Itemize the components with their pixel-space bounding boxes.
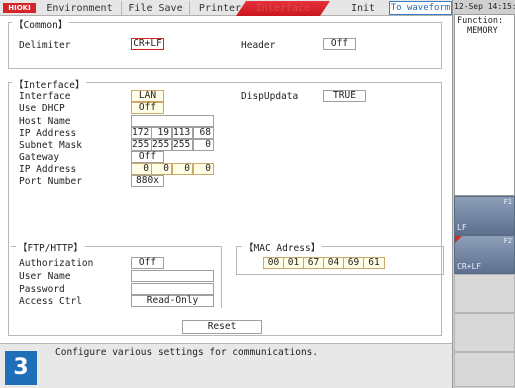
subnet-octet-3[interactable]: 255: [172, 139, 193, 151]
password-field[interactable]: [131, 283, 214, 295]
password-label: Password: [19, 284, 65, 295]
interface-settings-panel: 【Common】 Delimiter CR+LF Header Off 【Int…: [0, 16, 452, 343]
to-waveform-button[interactable]: To waveform: [389, 1, 452, 15]
dhcp-field[interactable]: Off: [131, 102, 164, 114]
f1-number: F1: [503, 198, 512, 206]
mac-address-field: 00 01 67 04 69 61: [263, 257, 385, 269]
f5-key[interactable]: [454, 352, 515, 387]
ip-address-label: IP Address: [19, 128, 77, 139]
mac-octet-2: 01: [283, 257, 304, 269]
step-badge: 3: [5, 351, 37, 385]
port-number-field[interactable]: 880x: [131, 175, 164, 187]
gateway-label: Gateway: [19, 152, 60, 163]
common-title: 【Common】: [12, 17, 70, 31]
f1-key-lf[interactable]: F1 LF: [454, 196, 515, 235]
access-ctrl-field[interactable]: Read-Only: [131, 295, 214, 307]
selected-marker-icon: [455, 236, 462, 243]
gateway-octet-3[interactable]: 0: [172, 163, 193, 175]
port-number-label: Port Number: [19, 176, 82, 187]
subnet-mask-label: Subnet Mask: [19, 140, 82, 151]
f3-key[interactable]: [454, 274, 515, 313]
tab-environment[interactable]: Environment: [38, 1, 122, 16]
ip-octet-4[interactable]: 68: [193, 127, 214, 139]
common-group: [8, 22, 442, 69]
ip-octet-2[interactable]: 19: [151, 127, 172, 139]
mac-address-title: 【MAC Adress】: [242, 240, 323, 254]
subnet-octet-4[interactable]: 0: [193, 139, 214, 151]
tab-init[interactable]: Init: [338, 1, 388, 16]
function-label: Function:: [457, 16, 504, 26]
authorization-field[interactable]: Off: [131, 257, 164, 269]
header-label: Header: [241, 40, 276, 51]
clock: 12-Sep 14:15:19: [454, 2, 515, 11]
subnet-mask-field[interactable]: 255 255 255 0: [131, 139, 214, 151]
gateway-octet-1[interactable]: 0: [131, 163, 152, 175]
function-box: Function: MEMORY: [454, 14, 515, 196]
ip-address-field[interactable]: 172 19 113 68: [131, 127, 214, 139]
authorization-label: Authorization: [19, 258, 94, 269]
interface-label: Interface: [19, 91, 71, 102]
f2-key-crlf[interactable]: F2 CR+LF: [454, 235, 515, 274]
subnet-octet-1[interactable]: 255: [131, 139, 152, 151]
hioki-logo: HIOKI: [3, 3, 36, 13]
dhcp-label: Use DHCP: [19, 103, 65, 114]
dispupdata-field[interactable]: TRUE: [323, 90, 366, 102]
top-tab-bar: HIOKI Environment File Save Printer Inte…: [0, 0, 452, 16]
dispupdata-label: DispUpdata: [241, 91, 299, 102]
f2-label: CR+LF: [457, 262, 482, 271]
mac-border-right: [321, 246, 444, 247]
f2-number: F2: [503, 237, 512, 245]
delimiter-label: Delimiter: [19, 40, 71, 51]
access-ctrl-label: Access Ctrl: [19, 296, 82, 307]
gateway-octet-2[interactable]: 0: [151, 163, 172, 175]
gateway-octet-4[interactable]: 0: [193, 163, 214, 175]
hostname-label: Host Name: [19, 116, 71, 127]
mac-octet-4: 04: [323, 257, 344, 269]
user-name-label: User Name: [19, 271, 71, 282]
interface-field[interactable]: LAN: [131, 90, 164, 102]
tab-file-save[interactable]: File Save: [122, 1, 190, 16]
user-name-field[interactable]: [131, 270, 214, 282]
side-panel: 12-Sep 14:15:19 Function: MEMORY F1 LF F…: [452, 0, 515, 388]
delimiter-field[interactable]: CR+LF: [131, 38, 164, 50]
subnet-octet-2[interactable]: 255: [151, 139, 172, 151]
reset-button[interactable]: Reset: [182, 320, 262, 334]
mac-octet-5: 69: [343, 257, 364, 269]
function-value: MEMORY: [467, 26, 498, 36]
tab-interface[interactable]: Interface: [236, 1, 330, 16]
interface-title: 【Interface】: [12, 77, 87, 91]
mac-octet-6: 61: [363, 257, 385, 269]
hostname-field[interactable]: [131, 115, 214, 127]
f4-key[interactable]: [454, 313, 515, 352]
gateway-field[interactable]: Off: [131, 151, 164, 163]
ip-octet-1[interactable]: 172: [131, 127, 152, 139]
gateway-ip-label: IP Address: [19, 164, 77, 175]
ip-octet-3[interactable]: 113: [172, 127, 193, 139]
ftp-http-title: 【FTP/HTTP】: [16, 240, 85, 254]
help-message: Configure various settings for communica…: [55, 347, 319, 358]
gateway-ip-field[interactable]: 0 0 0 0: [131, 163, 214, 175]
help-footer: 3 Configure various settings for communi…: [0, 343, 452, 388]
mac-octet-3: 67: [303, 257, 324, 269]
header-field[interactable]: Off: [323, 38, 356, 50]
f1-label: LF: [457, 223, 467, 232]
mac-octet-1: 00: [263, 257, 284, 269]
